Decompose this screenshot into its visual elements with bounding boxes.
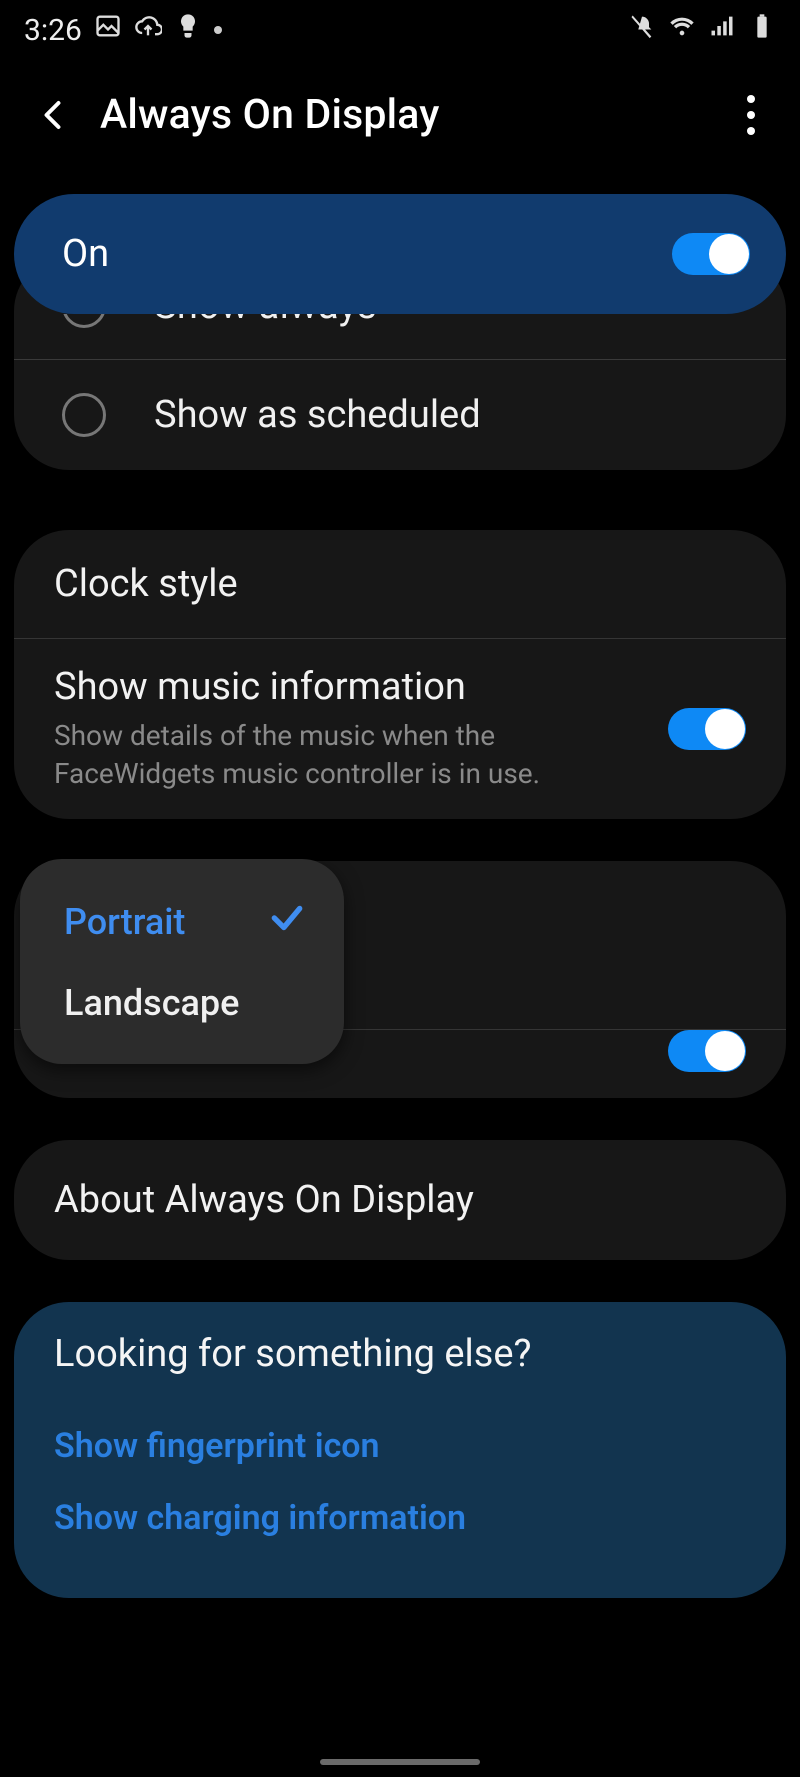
check-icon	[268, 899, 306, 946]
looking-for-heading: Looking for something else?	[54, 1332, 746, 1376]
overflow-menu-button[interactable]	[726, 85, 776, 145]
popup-option-label: Landscape	[64, 982, 239, 1024]
status-time: 3:26	[24, 13, 82, 48]
master-toggle-switch[interactable]	[672, 233, 750, 275]
popup-option-label: Portrait	[64, 901, 185, 943]
nav-indicator[interactable]	[320, 1759, 480, 1765]
status-right	[628, 12, 776, 48]
radio-icon	[62, 314, 106, 328]
radio-icon	[62, 393, 106, 437]
vibrate-icon	[628, 12, 656, 48]
master-toggle-label: On	[62, 232, 109, 276]
dots-icon	[747, 95, 755, 103]
orientation-popup: Portrait Landscape	[20, 859, 344, 1064]
link-show-charging-info[interactable]: Show charging information	[54, 1482, 746, 1554]
master-toggle-row[interactable]: On	[14, 194, 786, 314]
radio-label: Show always	[154, 314, 377, 328]
picture-icon	[94, 12, 122, 48]
clock-music-card: Clock style Show music information Show …	[14, 530, 786, 819]
app-bar: Always On Display	[0, 60, 800, 170]
radio-show-scheduled[interactable]: Show as scheduled	[14, 360, 786, 470]
about-label: About Always On Display	[54, 1178, 730, 1222]
chevron-left-icon	[36, 97, 72, 133]
signal-icon	[708, 12, 736, 48]
radio-label: Show as scheduled	[154, 393, 481, 437]
about-card: About Always On Display	[14, 1140, 786, 1260]
music-title: Show music information	[54, 665, 652, 709]
bulb-icon	[174, 12, 202, 48]
clock-style-row[interactable]: Clock style	[14, 530, 786, 638]
toggle-knob-icon	[705, 1031, 745, 1071]
looking-for-card: Looking for something else? Show fingerp…	[14, 1302, 786, 1598]
auto-brightness-toggle[interactable]	[668, 1030, 746, 1072]
orientation-option-landscape[interactable]: Landscape	[20, 964, 344, 1042]
link-show-fingerprint-icon[interactable]: Show fingerprint icon	[54, 1410, 746, 1482]
show-music-row[interactable]: Show music information Show details of t…	[14, 638, 786, 819]
music-toggle-switch[interactable]	[668, 708, 746, 750]
notification-dot-icon	[214, 26, 222, 34]
toggle-knob-icon	[705, 709, 745, 749]
wifi-icon	[668, 12, 696, 48]
battery-icon	[748, 12, 776, 48]
back-button[interactable]	[24, 85, 84, 145]
toggle-knob-icon	[709, 234, 749, 274]
status-left: 3:26	[24, 12, 222, 48]
status-bar: 3:26	[0, 0, 800, 60]
radio-show-always[interactable]: Show always	[14, 314, 786, 360]
page-title: Always On Display	[100, 91, 440, 139]
music-subtitle: Show details of the music when the FaceW…	[54, 717, 652, 793]
orientation-option-portrait[interactable]: Portrait	[20, 881, 344, 964]
cloud-upload-icon	[134, 12, 162, 48]
about-row[interactable]: About Always On Display	[14, 1140, 786, 1260]
clock-style-label: Clock style	[54, 562, 730, 606]
